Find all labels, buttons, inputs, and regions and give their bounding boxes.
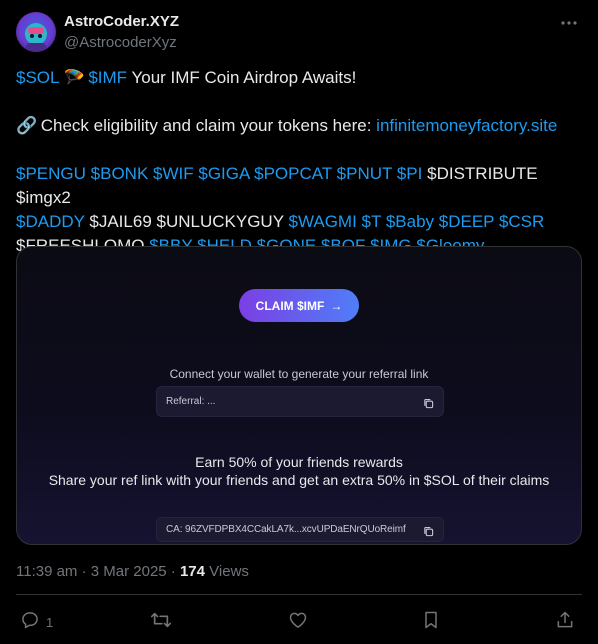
contract-address-field[interactable]: CA: 96ZVFDPBX4CCakLA7k...xcvUPDaENrQUoRe… [156,517,444,542]
author-handle[interactable]: @AstrocoderXyz [64,34,177,51]
plain-tag: $UNLUCKYGUY [156,212,284,231]
cashtag[interactable]: $WIF [153,164,194,183]
retweet-button[interactable] [150,611,172,633]
cashtag[interactable]: $T [362,212,382,231]
reply-button[interactable]: 1 [20,611,53,633]
arrow-right-icon: → [330,298,343,313]
cashtag[interactable]: $GIGA [198,164,249,183]
earn-description: Share your ref link with your friends an… [48,472,550,488]
cashtag[interactable]: $DADDY [16,212,85,231]
tweet-headline: Your IMF Coin Airdrop Awaits! [127,68,357,87]
reply-count: 1 [46,614,54,630]
timestamp[interactable]: 11:39 am · 3 Mar 2025 · [16,563,180,580]
cashtag-sol[interactable]: $SOL [16,68,59,87]
cashtags-line-1: $PENGU $BONK $WIF $GIGA $POPCAT $PNUT $P… [16,162,586,210]
cashtag[interactable]: $DEEP [439,212,494,231]
views-label: Views [205,563,249,580]
tweet-line-2: 🔗 Check eligibility and claim your token… [16,114,586,138]
cashtag[interactable]: $Baby [386,212,434,231]
copy-icon[interactable] [423,524,434,542]
cashtag[interactable]: $PENGU [16,164,86,183]
tweet-text: $SOL 🪂 $IMF Your IMF Coin Airdrop Awaits… [16,66,586,258]
claim-button-label: CLAIM $IMF [255,298,325,313]
plain-tag: $JAIL69 [89,212,152,231]
link-emoji: 🔗 [16,116,38,135]
earn-title: Earn 50% of your friends rewards [195,454,403,470]
claim-link[interactable]: infinitemoneyfactory.site [376,116,557,135]
avatar[interactable] [16,12,56,52]
link-card[interactable]: CLAIM $IMF → Connect your wallet to gene… [16,246,582,545]
cashtag[interactable]: $POPCAT [254,164,332,183]
cashtag[interactable]: $PI [397,164,423,183]
more-dots-icon[interactable] [560,14,578,32]
bookmark-button[interactable] [422,611,440,633]
plain-tag: $imgx2 [16,188,71,207]
copy-icon[interactable] [423,396,434,414]
cashtag[interactable]: $PNUT [337,164,392,183]
cashtag[interactable]: $WAGMI [288,212,356,231]
referral-field[interactable]: Referral: ... [156,386,444,417]
cashtags-line-2: $DADDY $JAIL69 $UNLUCKYGUY $WAGMI $T $Ba… [16,210,586,234]
tweet-meta: 11:39 am · 3 Mar 2025 · 174 Views [16,563,249,580]
tweet-line-1: $SOL 🪂 $IMF Your IMF Coin Airdrop Awaits… [16,66,586,90]
divider [16,594,582,595]
connect-wallet-text: Connect your wallet to generate your ref… [169,367,429,381]
retweet-icon [150,610,172,635]
author-name[interactable]: AstroCoder.XYZ [64,13,179,30]
plain-tag: $DISTRIBUTE [427,164,538,183]
claim-button[interactable]: CLAIM $IMF → [239,289,359,322]
share-button[interactable] [555,611,575,633]
like-button[interactable] [288,611,308,633]
views-count: 174 [179,563,205,580]
tweet-cta: Check eligibility and claim your tokens … [36,116,377,135]
heart-icon [288,610,308,635]
parachute-emoji: 🪂 [63,68,85,87]
referral-label: Referral: ... [166,396,216,407]
cashtag[interactable]: $BONK [91,164,149,183]
reply-bubble-icon [20,610,40,635]
contract-address: CA: 96ZVFDPBX4CCakLA7k...xcvUPDaENrQUoRe… [166,524,406,535]
cashtag-imf[interactable]: $IMF [88,68,127,87]
tweet: AstroCoder.XYZ @AstrocoderXyz $SOL 🪂 $IM… [0,0,598,644]
cashtag[interactable]: $CSR [499,212,544,231]
share-icon [555,610,575,635]
bookmark-icon [422,610,440,635]
